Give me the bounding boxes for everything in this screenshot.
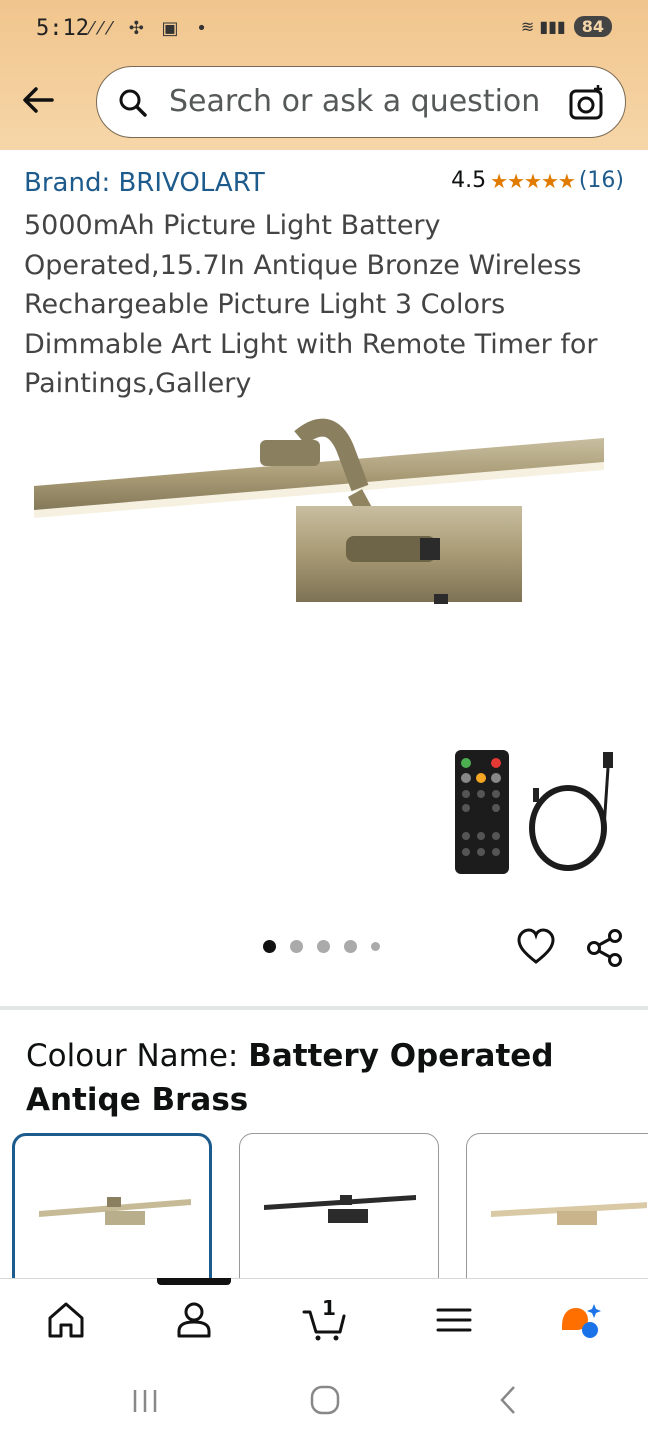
carousel-dot[interactable] [290,940,303,953]
image-carousel-indicator[interactable] [263,940,380,953]
section-divider [0,1006,648,1010]
product-image-remote-and-cable [455,750,613,874]
colour-swatch-antique-brass[interactable] [12,1133,212,1293]
carousel-dot[interactable] [263,940,276,953]
rating-value: 4.5 [451,168,487,193]
product-image-picture-light[interactable] [30,418,610,618]
wishlist-heart-icon[interactable] [517,928,555,966]
status-time: 5:12 [36,16,89,41]
search-input[interactable]: Search or ask a question [169,84,540,119]
active-tab-indicator [157,1278,231,1285]
system-status-icons: ≋ ▮▮▮ 84 [521,16,612,37]
wifi-signal-icon: ≋ ▮▮▮ [520,17,566,36]
menu-icon[interactable] [432,1298,476,1342]
cart-count-badge: 1 [322,1296,336,1320]
carousel-dot[interactable] [344,940,357,953]
recent-apps-icon[interactable] [130,1386,160,1416]
swatch-image [39,1197,191,1225]
back-arrow-icon[interactable] [18,80,58,120]
rufus-ai-icon[interactable] [558,1298,602,1342]
status-bar: 5:12 ⁄⁄⁄ ✣ ▣ • ≋ ▮▮▮ 84 [0,0,648,60]
star-rating-icon: ★★★★★ [490,168,576,193]
notification-icons: ⁄⁄⁄ ✣ ▣ • [90,18,213,39]
system-back-icon[interactable] [494,1384,524,1416]
colour-selector-heading: Colour Name: Battery Operated Antiqe Bra… [26,1034,626,1122]
search-bar[interactable]: Search or ask a question [96,66,626,138]
rating-summary[interactable]: 4.5 ★★★★★ (16) [451,168,624,193]
swatch-image [264,1195,416,1223]
app-header: 5:12 ⁄⁄⁄ ✣ ▣ • ≋ ▮▮▮ 84 Search or ask a … [0,0,648,150]
colour-label: Colour Name: [26,1038,239,1074]
rating-count[interactable]: (16) [579,168,624,193]
colour-swatch-black[interactable] [239,1133,439,1293]
colour-swatch-gold[interactable] [466,1133,648,1293]
carousel-dot[interactable] [317,940,330,953]
home-icon[interactable] [44,1298,88,1342]
swatch-image [491,1202,647,1225]
search-icon [119,89,147,117]
system-navigation-bar [0,1364,648,1440]
brand-link[interactable]: Brand: BRIVOLART [24,168,265,198]
home-button-icon[interactable] [309,1384,341,1416]
camera-search-icon[interactable] [567,83,607,123]
battery-indicator: 84 [573,16,612,37]
carousel-dot[interactable] [371,942,380,951]
account-icon[interactable] [172,1298,216,1342]
share-icon[interactable] [585,928,625,968]
product-title: 5000mAh Picture Light Battery Operated,1… [24,210,598,399]
